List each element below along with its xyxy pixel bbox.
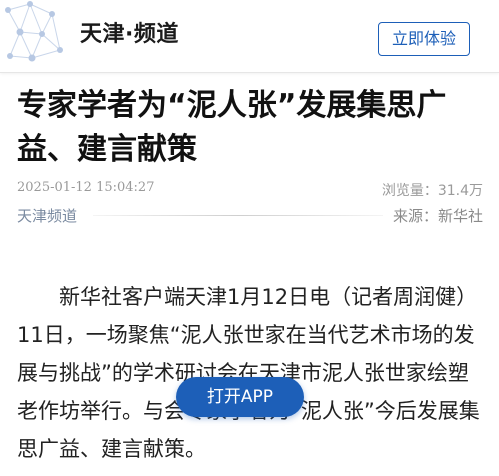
- article-page: 天津·频道 立即体验 专家学者为“泥人张”发展集思广益、建言献策 2025-01…: [0, 0, 499, 476]
- article-paragraph: 新华社客户端天津1月12日电（记者周润健）11日，一场聚焦“泥人张世家在当代艺术…: [17, 285, 480, 461]
- open-app-button[interactable]: 打开APP: [176, 377, 304, 417]
- top-header: 天津·频道 立即体验: [0, 0, 499, 73]
- article-meta: 2025-01-12 15:04:27 浏览量：31.4万: [17, 180, 483, 200]
- view-count: 浏览量：31.4万: [381, 183, 483, 199]
- article-source-row: 天津频道 来源：新华社: [17, 205, 483, 227]
- try-now-button[interactable]: 立即体验: [378, 22, 470, 56]
- article-source: 来源：新华社: [392, 207, 483, 225]
- article-title: 专家学者为“泥人张”发展集思广益、建言献策: [17, 88, 447, 167]
- publish-date: 2025-01-12 15:04:27: [17, 180, 155, 195]
- site-title: 天津·频道: [80, 22, 179, 47]
- meta-divider: [93, 215, 383, 216]
- channel-link[interactable]: 天津频道: [17, 205, 77, 226]
- network-pattern-icon: [5, 1, 63, 62]
